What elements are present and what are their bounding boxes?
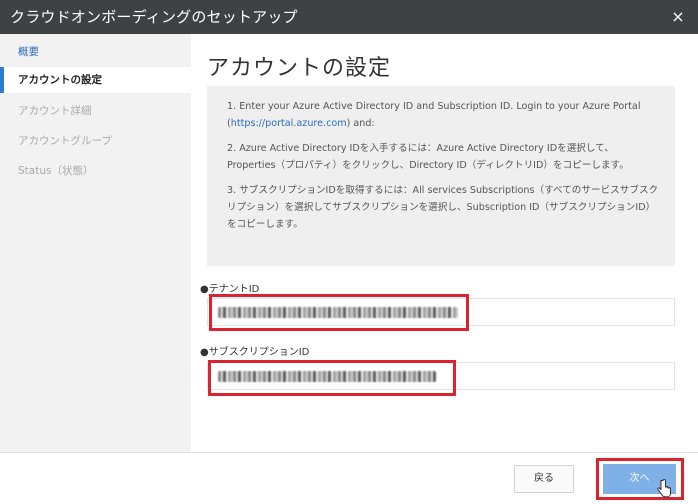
instructions-box: 1. Enter your Azure Active Directory ID … <box>207 86 675 266</box>
subscription-id-label: ●サブスクリプションID <box>200 347 310 358</box>
sidebar-item-status: Status（状態） <box>18 165 94 177</box>
tenant-id-label: ●テナントID <box>200 284 260 295</box>
azure-portal-link[interactable]: https://portal.azure.com <box>231 118 347 129</box>
sidebar-item-account-settings[interactable]: アカウントの設定 <box>0 67 191 93</box>
close-icon[interactable]: × <box>668 0 688 34</box>
instruction-step-2: 2. Azure Active Directory IDを入手するには：Azur… <box>227 143 629 171</box>
instruction-step-1: 1. Enter your Azure Active Directory ID … <box>227 98 661 132</box>
dialog-footer: 戻る 次へ <box>0 452 698 504</box>
dialog-title: クラウドオンボーディングのセットアップ <box>10 8 298 26</box>
wizard-sidebar: 概要 アカウントの設定 アカウント詳細 アカウントグループ Status（状態） <box>0 34 191 452</box>
dialog-titlebar: クラウドオンボーディングのセットアップ × <box>0 0 698 34</box>
subscription-id-highlight <box>208 360 456 396</box>
page-title: アカウントの設定 <box>207 56 392 81</box>
back-button[interactable]: 戻る <box>514 465 574 493</box>
hand-cursor-icon <box>657 479 671 498</box>
sidebar-item-account-groups: アカウントグループ <box>18 135 112 147</box>
sidebar-item-overview[interactable]: 概要 <box>0 39 191 65</box>
sidebar-item-account-details: アカウント詳細 <box>18 105 92 117</box>
instruction-step-3: 3. サブスクリプションIDを取得するには：All services Subsc… <box>227 185 659 230</box>
instruction-step-1-tail: ) and: <box>346 118 375 129</box>
tenant-id-highlight <box>209 294 469 331</box>
